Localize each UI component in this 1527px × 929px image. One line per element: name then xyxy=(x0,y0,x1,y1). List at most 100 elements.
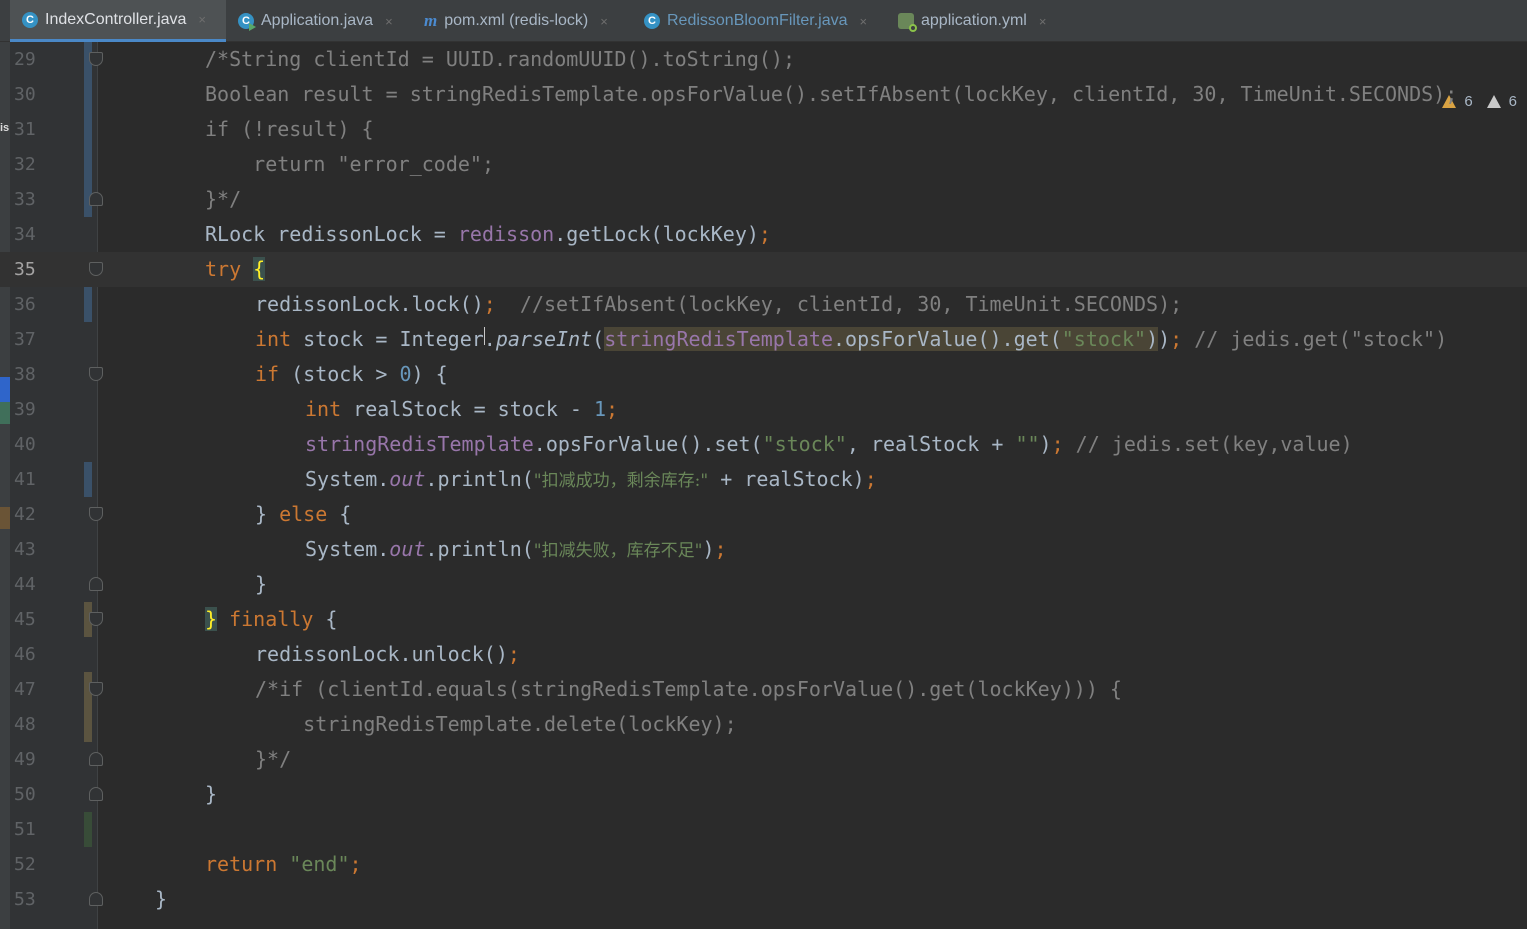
code-line[interactable]: 37 int stock = Integer.parseInt(stringRe… xyxy=(0,322,1527,357)
code-line[interactable]: 42 } else { xyxy=(0,497,1527,532)
code-text: } else { xyxy=(255,497,351,532)
code-text: int realStock = stock - 1; xyxy=(305,392,618,427)
tab-index-controller[interactable]: IndexController.java × xyxy=(10,0,226,42)
code-text: } finally { xyxy=(205,602,337,637)
line-number: 43 xyxy=(14,539,36,560)
code-token: ( xyxy=(592,327,605,351)
code-line[interactable]: 29 /*String clientId = UUID.randomUUID()… xyxy=(0,42,1527,77)
line-number: 34 xyxy=(14,224,36,245)
code-line-current[interactable]: 35 try { xyxy=(0,252,1527,287)
fold-toggle-icon[interactable] xyxy=(89,752,103,766)
code-line[interactable]: 45 } finally { xyxy=(0,602,1527,637)
vcs-change-marker[interactable] xyxy=(84,707,92,742)
line-number: 31 xyxy=(14,119,36,140)
code-line[interactable]: 40 stringRedisTemplate.opsForValue().set… xyxy=(0,427,1527,462)
fold-toggle-icon[interactable] xyxy=(89,577,103,591)
fold-toggle-icon[interactable] xyxy=(89,367,103,381)
vcs-change-marker[interactable] xyxy=(84,147,92,182)
code-line[interactable]: 50 } xyxy=(0,777,1527,812)
code-line[interactable]: 53 } xyxy=(0,882,1527,917)
code-token: ) { xyxy=(411,362,448,386)
tab-label: Application.java xyxy=(261,12,374,29)
code-token: ; xyxy=(606,397,619,421)
code-token: redisson xyxy=(457,222,555,246)
vcs-change-marker[interactable] xyxy=(84,77,92,112)
code-line[interactable]: 48 stringRedisTemplate.delete(lockKey); xyxy=(0,707,1527,742)
code-token: return xyxy=(205,852,278,876)
fold-toggle-icon[interactable] xyxy=(89,612,103,626)
line-number: 32 xyxy=(14,154,36,175)
fold-toggle-icon[interactable] xyxy=(89,52,103,66)
close-tab-icon[interactable]: × xyxy=(600,14,608,29)
fold-toggle-icon[interactable] xyxy=(89,892,103,906)
code-line[interactable]: 41 System.out.println("扣减成功，剩余库存:" + rea… xyxy=(0,462,1527,497)
fold-toggle-icon[interactable] xyxy=(89,682,103,696)
code-token: ; xyxy=(714,537,727,561)
code-token: .opsForValue().set( xyxy=(533,432,763,456)
code-token: int xyxy=(255,327,292,351)
fold-toggle-icon[interactable] xyxy=(89,192,103,206)
close-tab-icon[interactable]: × xyxy=(1039,14,1047,29)
close-tab-icon[interactable]: × xyxy=(860,14,868,29)
code-token: ; xyxy=(507,642,520,666)
tab-label: IndexController.java xyxy=(45,10,187,28)
vcs-change-marker[interactable] xyxy=(84,112,92,147)
code-token: RLock redissonLock = xyxy=(205,222,458,246)
code-line[interactable]: 51 xyxy=(0,812,1527,847)
tab-label: pom.xml (redis-lock) xyxy=(444,12,589,29)
code-line[interactable]: 38 if (stock > 0) { xyxy=(0,357,1527,392)
tab-redisson-bloom-filter[interactable]: RedissonBloomFilter.java × xyxy=(644,0,884,42)
code-text: } xyxy=(255,572,268,596)
fold-toggle-icon[interactable] xyxy=(89,262,103,276)
code-token: ; xyxy=(483,292,496,316)
vcs-change-marker[interactable] xyxy=(84,287,92,322)
code-line[interactable]: 52 return "end"; xyxy=(0,847,1527,882)
code-token: finally xyxy=(229,607,314,631)
code-line[interactable]: 34 RLock redissonLock = redisson.getLock… xyxy=(0,217,1527,252)
code-token: ; xyxy=(1051,432,1064,456)
code-token: realStock = stock - xyxy=(341,397,594,421)
code-token: out xyxy=(389,537,426,561)
code-token: (stock > xyxy=(279,362,400,386)
tab-label: RedissonBloomFilter.java xyxy=(667,12,848,29)
code-line[interactable]: 47 /*if (clientId.equals(stringRedisTemp… xyxy=(0,672,1527,707)
close-tab-icon[interactable]: × xyxy=(385,14,393,29)
line-number: 50 xyxy=(14,784,36,805)
fold-toggle-icon[interactable] xyxy=(89,787,103,801)
code-token: System. xyxy=(305,467,390,491)
tab-pom-xml[interactable]: m pom.xml (redis-lock) × xyxy=(424,0,629,42)
code-editor[interactable]: is 6 6 29 /*String clientId = UUID.rando… xyxy=(0,42,1527,929)
code-line[interactable]: 39 int realStock = stock - 1; xyxy=(0,392,1527,427)
code-line[interactable]: 36 redissonLock.lock(); //setIfAbsent(lo… xyxy=(0,287,1527,322)
code-line[interactable]: 49 }*/ xyxy=(0,742,1527,777)
code-token: "扣减成功，剩余库存:" xyxy=(533,471,709,491)
code-line[interactable]: 46 redissonLock.unlock(); xyxy=(0,637,1527,672)
code-token: 1 xyxy=(594,397,607,421)
fold-toggle-icon[interactable] xyxy=(89,507,103,521)
code-token: try xyxy=(205,257,242,281)
code-line[interactable]: 43 System.out.println("扣减失败，库存不足"); xyxy=(0,532,1527,567)
tab-application-yml[interactable]: application.yml × xyxy=(898,0,1068,42)
code-token: System. xyxy=(305,537,390,561)
code-line[interactable]: 32 return "error_code"; xyxy=(0,147,1527,182)
vcs-change-marker[interactable] xyxy=(84,462,92,497)
code-comment: // jedis.set(key,value) xyxy=(1075,432,1353,456)
code-line[interactable]: 30 Boolean result = stringRedisTemplate.… xyxy=(0,77,1527,112)
vcs-change-marker[interactable] xyxy=(84,812,92,847)
selected-text: stringRedisTemplate.opsForValue().get("s… xyxy=(604,327,1159,351)
spring-config-icon xyxy=(898,13,917,32)
code-line[interactable]: 33 }*/ xyxy=(0,182,1527,217)
close-tab-icon[interactable]: × xyxy=(198,12,206,27)
code-line[interactable]: 31 if (!result) { xyxy=(0,112,1527,147)
tab-application-java[interactable]: Application.java × xyxy=(238,0,408,42)
code-token: { xyxy=(253,257,266,281)
code-token: ; xyxy=(864,467,877,491)
line-number: 40 xyxy=(14,434,36,455)
line-number: 47 xyxy=(14,679,36,700)
code-line[interactable]: 44 } xyxy=(0,567,1527,602)
code-token: redissonLock.unlock() xyxy=(255,642,508,666)
code-token: .getLock(lockKey) xyxy=(554,222,759,246)
code-text: /*String clientId = UUID.randomUUID().to… xyxy=(205,47,796,71)
line-number: 38 xyxy=(14,364,36,385)
code-token: + realStock) xyxy=(708,467,865,491)
